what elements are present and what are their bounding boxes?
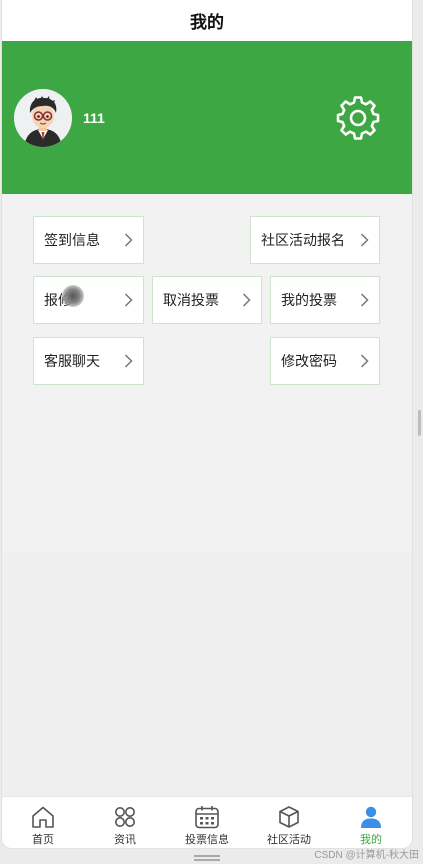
title-bar: 我的: [2, 0, 412, 41]
menu-item-label: 客服聊天: [44, 353, 100, 369]
tab-label: 投票信息: [185, 834, 229, 846]
menu-item-event-signup[interactable]: 社区活动报名: [250, 216, 380, 264]
menu-item-change-password[interactable]: 修改密码: [270, 337, 380, 385]
scrollbar-thumb[interactable]: [418, 410, 421, 436]
avatar[interactable]: [14, 89, 72, 147]
home-icon: [32, 806, 54, 828]
menu-item-label: 取消投票: [163, 292, 219, 308]
page-title: 我的: [190, 13, 224, 32]
tab-vote-info[interactable]: 投票信息: [166, 797, 248, 848]
content-blank-area: [2, 552, 412, 796]
chevron-right-icon: [242, 293, 251, 307]
tab-community-events[interactable]: 社区活动: [248, 797, 330, 848]
menu-item-label: 签到信息: [44, 232, 100, 248]
menu-item-label: 我的投票: [281, 292, 337, 308]
tab-mine[interactable]: 我的: [330, 797, 412, 848]
app-screen: 我的 111 签到信息 社区活动报名 报修 取消投票 我的投票 客服聊天 修改密…: [2, 0, 412, 848]
chevron-right-icon: [124, 293, 133, 307]
watermark-text: CSDN @计算机-秋大田: [314, 850, 419, 861]
tab-home[interactable]: 首页: [2, 797, 84, 848]
settings-button[interactable]: [336, 96, 380, 140]
cube-icon: [279, 806, 299, 828]
chevron-right-icon: [124, 354, 133, 368]
bottom-tab-bar: 首页 资讯 投票信息 社区活动 我的: [2, 796, 412, 848]
tab-label: 首页: [32, 834, 54, 846]
menu-item-customer-chat[interactable]: 客服聊天: [33, 337, 144, 385]
menu-item-checkin[interactable]: 签到信息: [33, 216, 144, 264]
home-indicator[interactable]: [194, 855, 220, 861]
chevron-right-icon: [360, 354, 369, 368]
chevron-right-icon: [360, 233, 369, 247]
menu-item-repair[interactable]: 报修: [33, 276, 144, 324]
calendar-icon: [195, 806, 219, 829]
menu-item-label: 报修: [44, 292, 72, 308]
person-icon: [361, 806, 381, 828]
username: 111: [83, 110, 105, 126]
news-icon: [115, 807, 135, 827]
menu-item-my-votes[interactable]: 我的投票: [270, 276, 380, 324]
profile-banner: 111: [2, 41, 412, 194]
tab-label: 我的: [360, 834, 382, 846]
tab-label: 社区活动: [267, 834, 311, 846]
menu-item-cancel-vote[interactable]: 取消投票: [152, 276, 262, 324]
avatar-image: [14, 89, 72, 147]
gear-icon: [336, 96, 380, 140]
chevron-right-icon: [124, 233, 133, 247]
tab-label: 资讯: [114, 834, 136, 846]
tab-news[interactable]: 资讯: [84, 797, 166, 848]
menu-item-label: 修改密码: [281, 353, 337, 369]
chevron-right-icon: [360, 293, 369, 307]
menu-item-label: 社区活动报名: [261, 232, 345, 248]
